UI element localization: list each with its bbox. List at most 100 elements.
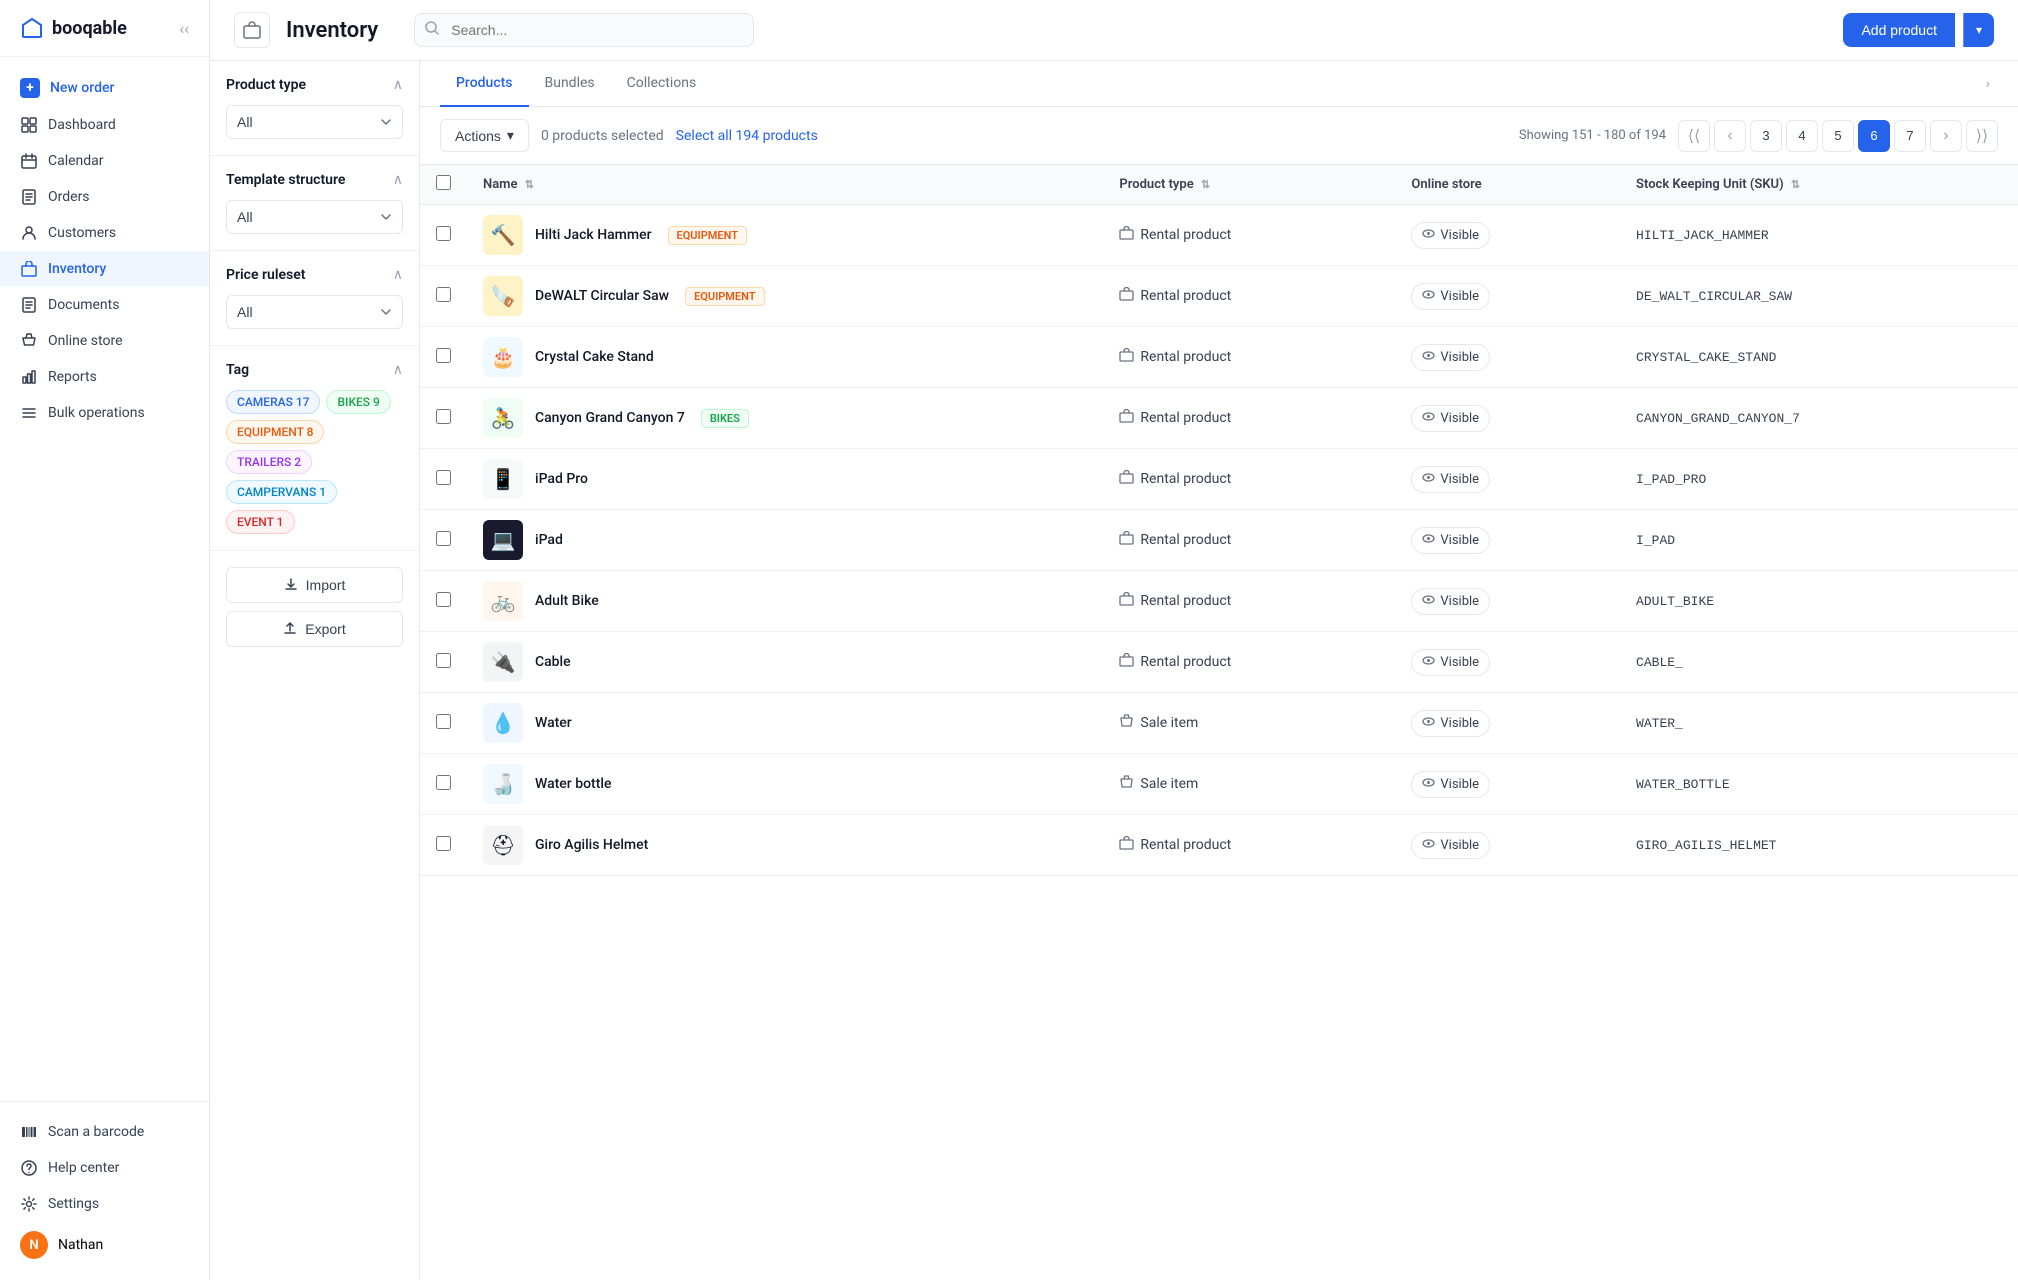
tag-chip-trailers[interactable]: TRAILERS 2 <box>226 450 312 474</box>
page-next-button[interactable]: › <box>1930 120 1962 152</box>
select-all-link[interactable]: Select all 194 products <box>676 128 818 144</box>
row-checkbox-cell <box>420 327 467 388</box>
tag-chip-bikes[interactable]: BIKES 9 <box>326 390 390 414</box>
sidebar-item-label: Online store <box>48 333 123 349</box>
search-input[interactable] <box>414 13 754 47</box>
tag-chip-event[interactable]: EVENT 1 <box>226 510 295 534</box>
sidebar-item-calendar[interactable]: Calendar <box>0 143 209 179</box>
sidebar-item-settings[interactable]: Settings <box>0 1186 209 1222</box>
sort-type-icon[interactable]: ⇅ <box>1201 178 1210 191</box>
avatar: N <box>20 1231 48 1259</box>
product-type-label: Sale item <box>1140 776 1198 792</box>
row-checkbox[interactable] <box>436 409 451 424</box>
add-product-button[interactable]: Add product <box>1843 13 1955 47</box>
tag-chip-cameras[interactable]: CAMERAS 17 <box>226 390 320 414</box>
page-prev-button[interactable]: ‹ <box>1714 120 1746 152</box>
sidebar-item-customers[interactable]: Customers <box>0 215 209 251</box>
reports-icon <box>20 368 38 386</box>
eye-icon <box>1422 410 1435 427</box>
sku-cell: HILTI_JACK_HAMMER <box>1620 205 2018 266</box>
page-3-button[interactable]: 3 <box>1750 120 1782 152</box>
page-7-button[interactable]: 7 <box>1894 120 1926 152</box>
user-profile[interactable]: N Nathan <box>0 1222 209 1268</box>
sidebar-item-documents[interactable]: Documents <box>0 287 209 323</box>
row-checkbox[interactable] <box>436 592 451 607</box>
product-name: Water <box>535 715 572 731</box>
sku-value: WATER_BOTTLE <box>1636 777 1730 792</box>
product-tag-badge: EQUIPMENT <box>685 287 764 306</box>
col-online-store: Online store <box>1395 165 1620 205</box>
page-4-button[interactable]: 4 <box>1786 120 1818 152</box>
store-badge: Visible <box>1411 405 1490 432</box>
store-badge: Visible <box>1411 832 1490 859</box>
tab-products[interactable]: Products <box>440 61 529 107</box>
select-all-checkbox[interactable] <box>436 175 451 190</box>
template-structure-select[interactable]: All <box>226 200 403 234</box>
filter-section-header-tag[interactable]: Tag ∧ <box>226 362 403 378</box>
sidebar-item-label: New order <box>50 80 114 96</box>
sort-name-icon[interactable]: ⇅ <box>525 178 534 191</box>
sidebar-item-label: Inventory <box>48 261 106 277</box>
store-status: Visible <box>1440 777 1479 792</box>
product-type-cell: Rental product <box>1103 815 1395 876</box>
sidebar-item-label: Settings <box>48 1196 99 1212</box>
tab-collections[interactable]: Collections <box>611 61 713 107</box>
add-product-dropdown-button[interactable]: ▾ <box>1963 13 1994 47</box>
tab-bundles[interactable]: Bundles <box>529 61 611 107</box>
sidebar-item-inventory[interactable]: Inventory <box>0 251 209 287</box>
filter-section-header-template[interactable]: Template structure ∧ <box>226 172 403 188</box>
table-row: 🎂 Crystal Cake Stand Rental product Visi… <box>420 327 2018 388</box>
sidebar-item-help-center[interactable]: Help center <box>0 1150 209 1186</box>
row-checkbox[interactable] <box>436 836 451 851</box>
tag-chip-equipment[interactable]: EQUIPMENT 8 <box>226 420 324 444</box>
row-checkbox[interactable] <box>436 775 451 790</box>
sku-cell: I_PAD <box>1620 510 2018 571</box>
product-type-cell: Rental product <box>1103 205 1395 266</box>
table-row: ⛑ Giro Agilis Helmet Rental product Visi… <box>420 815 2018 876</box>
filter-section-header-product-type[interactable]: Product type ∧ <box>226 77 403 93</box>
eye-icon <box>1422 654 1435 671</box>
product-name: Cable <box>535 654 571 670</box>
page-last-button[interactable]: ⟩⟩ <box>1966 120 1998 152</box>
sidebar-item-scan-barcode[interactable]: Scan a barcode <box>0 1114 209 1150</box>
product-type-select[interactable]: All Rental product Sale item <box>226 105 403 139</box>
page-first-button[interactable]: ⟨⟨ <box>1678 120 1710 152</box>
product-type-cell: Rental product <box>1103 571 1395 632</box>
actions-button[interactable]: Actions ▾ <box>440 119 529 152</box>
sidebar-item-online-store[interactable]: Online store <box>0 323 209 359</box>
sku-cell: WATER_BOTTLE <box>1620 754 2018 815</box>
row-checkbox[interactable] <box>436 531 451 546</box>
filter-section-header-price-ruleset[interactable]: Price ruleset ∧ <box>226 267 403 283</box>
sort-sku-icon[interactable]: ⇅ <box>1791 178 1800 191</box>
online-store-cell: Visible <box>1395 693 1620 754</box>
product-type-icon <box>1119 592 1134 611</box>
price-ruleset-select[interactable]: All <box>226 295 403 329</box>
page-6-button[interactable]: 6 <box>1858 120 1890 152</box>
orders-icon <box>20 188 38 206</box>
row-checkbox[interactable] <box>436 470 451 485</box>
sidebar-item-bulk-operations[interactable]: Bulk operations <box>0 395 209 431</box>
sku-value: CANYON_GRAND_CANYON_7 <box>1636 411 1800 426</box>
row-checkbox[interactable] <box>436 348 451 363</box>
tag-chip-campervans[interactable]: CAMPERVANS 1 <box>226 480 337 504</box>
sidebar-item-dashboard[interactable]: Dashboard <box>0 107 209 143</box>
sidebar-collapse-button[interactable]: ‹‹ <box>179 19 189 38</box>
table-row: 🔌 Cable Rental product Visible CABLE_ <box>420 632 2018 693</box>
product-type-label: Rental product <box>1140 532 1231 548</box>
product-name-cell: 🪚 DeWALT Circular Saw EQUIPMENT <box>467 266 1103 327</box>
sidebar-item-orders[interactable]: Orders <box>0 179 209 215</box>
row-checkbox[interactable] <box>436 226 451 241</box>
sidebar-item-reports[interactable]: Reports <box>0 359 209 395</box>
row-checkbox[interactable] <box>436 653 451 668</box>
sku-value: CABLE_ <box>1636 655 1683 670</box>
sidebar-item-new-order[interactable]: + New order <box>0 69 209 107</box>
products-area: Products Bundles Collections › Actions ▾… <box>420 61 2018 1280</box>
row-checkbox[interactable] <box>436 287 451 302</box>
row-checkbox[interactable] <box>436 714 451 729</box>
product-name-cell: ⛑ Giro Agilis Helmet <box>467 815 1103 876</box>
chevron-up-icon: ∧ <box>393 267 403 283</box>
tabs-more-button[interactable]: › <box>1978 62 1998 106</box>
page-5-button[interactable]: 5 <box>1822 120 1854 152</box>
import-button[interactable]: Import <box>226 567 403 603</box>
export-button[interactable]: Export <box>226 611 403 647</box>
